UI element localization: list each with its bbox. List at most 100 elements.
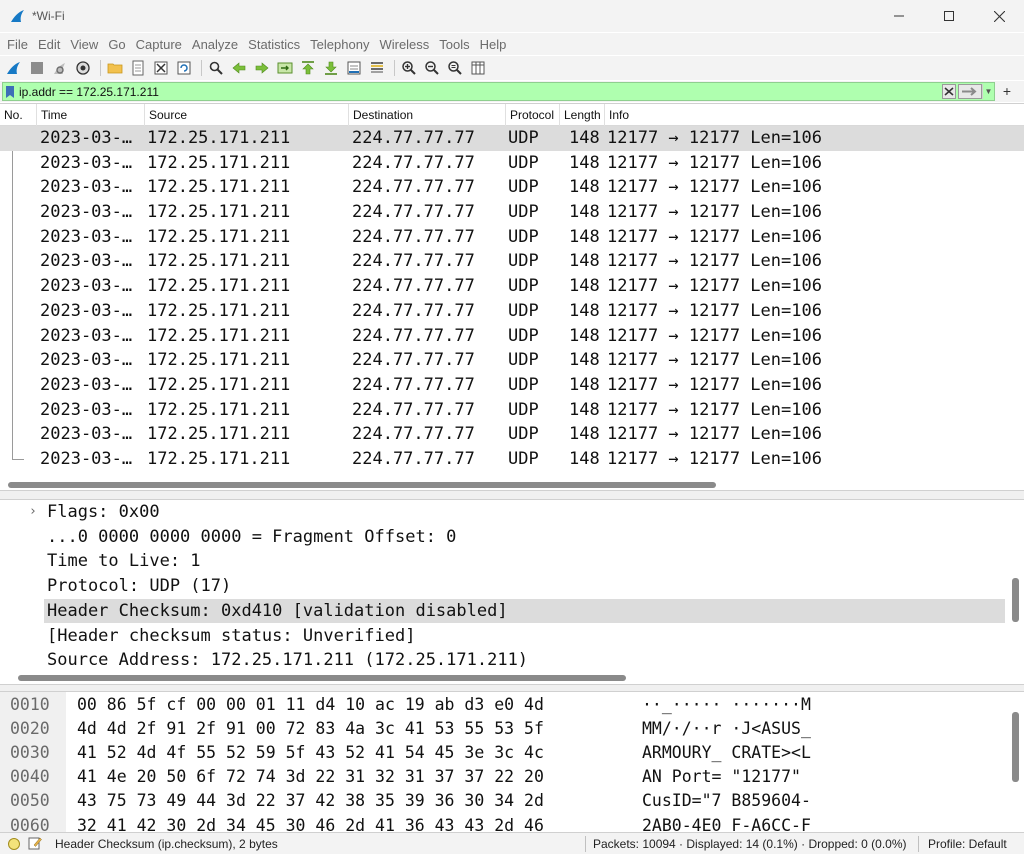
packet-row[interactable]: 2023-03-… 172.25.171.211 224.77.77.77 UDP 14… [0,398,1024,423]
reload-file-button[interactable] [174,58,194,78]
column-protocol[interactable]: Protocol [506,104,560,126]
start-capture-button[interactable] [4,58,24,78]
status-field-info: Header Checksum (ip.checksum), 2 bytes [55,837,278,851]
menu-tools[interactable]: Tools [434,37,474,52]
detail-row-checksum-status[interactable]: [Header checksum status: Unverified] [0,624,1010,649]
pane-splitter[interactable] [0,490,1024,500]
time-cell: 2023-03-… [40,424,133,445]
protocol-cell: UDP [508,276,539,297]
add-filter-button[interactable]: + [1000,82,1014,100]
destination-cell: 224.77.77.77 [352,128,475,148]
maximize-button[interactable] [924,0,974,32]
packet-row[interactable]: 2023-03-… 172.25.171.211 224.77.77.77 UDP 14… [0,447,1024,472]
minimize-button[interactable] [874,0,924,32]
details-horizontal-scrollbar[interactable] [18,675,626,681]
apply-filter-arrow-icon[interactable] [958,84,982,99]
last-packet-button[interactable] [321,58,341,78]
save-file-button[interactable] [128,58,148,78]
destination-cell: 224.77.77.77 [352,350,475,371]
info-cell: 12177 → 12177 Len=106 [607,128,822,148]
byte-hex: 41 4e 20 50 6f 72 74 3d 22 31 32 31 37 3… [77,767,544,787]
packet-row[interactable]: 2023-03-… 172.25.171.211 224.77.77.77 UDP 14… [0,126,1024,151]
status-profile[interactable]: Profile: Default [928,837,1007,851]
source-cell: 172.25.171.211 [147,251,291,272]
packet-row[interactable]: 2023-03-… 172.25.171.211 224.77.77.77 UDP 14… [0,175,1024,200]
expand-chevron-icon[interactable]: › [29,500,37,525]
packet-list-horizontal-scrollbar[interactable] [8,482,716,488]
byte-offset: 0030 [10,742,50,762]
go-back-button[interactable] [229,58,249,78]
time-cell: 2023-03-… [40,448,133,469]
close-button[interactable] [974,0,1024,32]
detail-row-source-address[interactable]: Source Address: 172.25.171.211 (172.25.1… [0,648,1010,673]
packet-row[interactable]: 2023-03-… 172.25.171.211 224.77.77.77 UDP 14… [0,348,1024,373]
byte-offset: 0010 [10,694,50,714]
menu-wireless[interactable]: Wireless [374,37,434,52]
arrow-down-last-icon [325,61,337,75]
capture-options-button[interactable] [73,58,93,78]
column-source[interactable]: Source [145,104,349,126]
column-info[interactable]: Info [605,104,1024,126]
menu-capture[interactable]: Capture [131,37,187,52]
auto-scroll-button[interactable] [344,58,364,78]
menu-statistics[interactable]: Statistics [243,37,305,52]
column-length[interactable]: Length [560,104,605,126]
menu-telephony[interactable]: Telephony [305,37,374,52]
toolbar-separator [100,60,101,76]
zoom-out-button[interactable] [422,58,442,78]
detail-row-text: [Header checksum status: Unverified] [47,625,416,646]
packet-row[interactable]: 2023-03-… 172.25.171.211 224.77.77.77 UDP 14… [0,225,1024,250]
menu-analyze[interactable]: Analyze [187,37,243,52]
time-cell: 2023-03-… [40,251,133,272]
detail-row-fragment-offset[interactable]: ...0 0000 0000 0000 = Fragment Offset: 0 [0,525,1010,550]
find-packet-button[interactable] [206,58,226,78]
packet-row[interactable]: 2023-03-… 172.25.171.211 224.77.77.77 UDP 14… [0,249,1024,274]
close-file-button[interactable] [151,58,171,78]
pane-splitter[interactable] [0,684,1024,692]
packet-row[interactable]: 2023-03-… 172.25.171.211 224.77.77.77 UDP 14… [0,299,1024,324]
zoom-in-button[interactable] [399,58,419,78]
column-time[interactable]: Time [37,104,145,126]
open-file-button[interactable] [105,58,125,78]
packet-row[interactable]: 2023-03-… 172.25.171.211 224.77.77.77 UDP 14… [0,151,1024,176]
detail-row-ttl[interactable]: Time to Live: 1 [0,549,1010,574]
packet-row[interactable]: 2023-03-… 172.25.171.211 224.77.77.77 UDP 14… [0,422,1024,447]
filter-history-chevron-icon[interactable]: ▼ [982,84,994,99]
first-packet-button[interactable] [298,58,318,78]
capture-comment-edit-icon[interactable] [28,836,42,850]
destination-cell: 224.77.77.77 [352,177,475,198]
zoom-reset-button[interactable] [445,58,465,78]
byte-offset: 0020 [10,718,50,738]
menu-help[interactable]: Help [475,37,512,52]
packet-row[interactable]: 2023-03-… 172.25.171.211 224.77.77.77 UDP 14… [0,274,1024,299]
column-no[interactable]: No. [0,104,37,126]
resize-columns-button[interactable] [468,58,488,78]
clear-filter-icon[interactable] [942,84,956,99]
menu-edit[interactable]: Edit [33,37,65,52]
destination-cell: 224.77.77.77 [352,448,475,469]
column-destination[interactable]: Destination [349,104,506,126]
expert-info-icon[interactable] [8,838,20,850]
detail-row-protocol[interactable]: Protocol: UDP (17) [0,574,1010,599]
packet-row[interactable]: 2023-03-… 172.25.171.211 224.77.77.77 UDP 14… [0,200,1024,225]
time-cell: 2023-03-… [40,399,133,420]
detail-row-flags[interactable]: › Flags: 0x00 [0,500,1010,525]
destination-cell: 224.77.77.77 [352,325,475,346]
go-forward-button[interactable] [252,58,272,78]
bookmark-icon[interactable] [3,83,17,100]
colorize-button[interactable] [367,58,387,78]
details-vertical-scrollbar[interactable] [1012,578,1019,622]
stop-capture-button[interactable] [27,58,47,78]
detail-row-header-checksum[interactable]: Header Checksum: 0xd410 [validation disa… [44,598,1005,624]
go-to-packet-button[interactable] [275,58,295,78]
menu-view[interactable]: View [65,37,103,52]
menu-file[interactable]: File [2,37,33,52]
packet-row[interactable]: 2023-03-… 172.25.171.211 224.77.77.77 UDP 14… [0,324,1024,349]
bytes-vertical-scrollbar[interactable] [1012,712,1019,782]
toolbar-separator [201,60,202,76]
length-cell: 148 [569,325,600,346]
menu-go[interactable]: Go [103,37,130,52]
display-filter-input[interactable]: ip.addr == 172.25.171.211 ▼ [2,82,995,101]
restart-capture-button[interactable] [50,58,70,78]
packet-row[interactable]: 2023-03-… 172.25.171.211 224.77.77.77 UDP 14… [0,373,1024,398]
